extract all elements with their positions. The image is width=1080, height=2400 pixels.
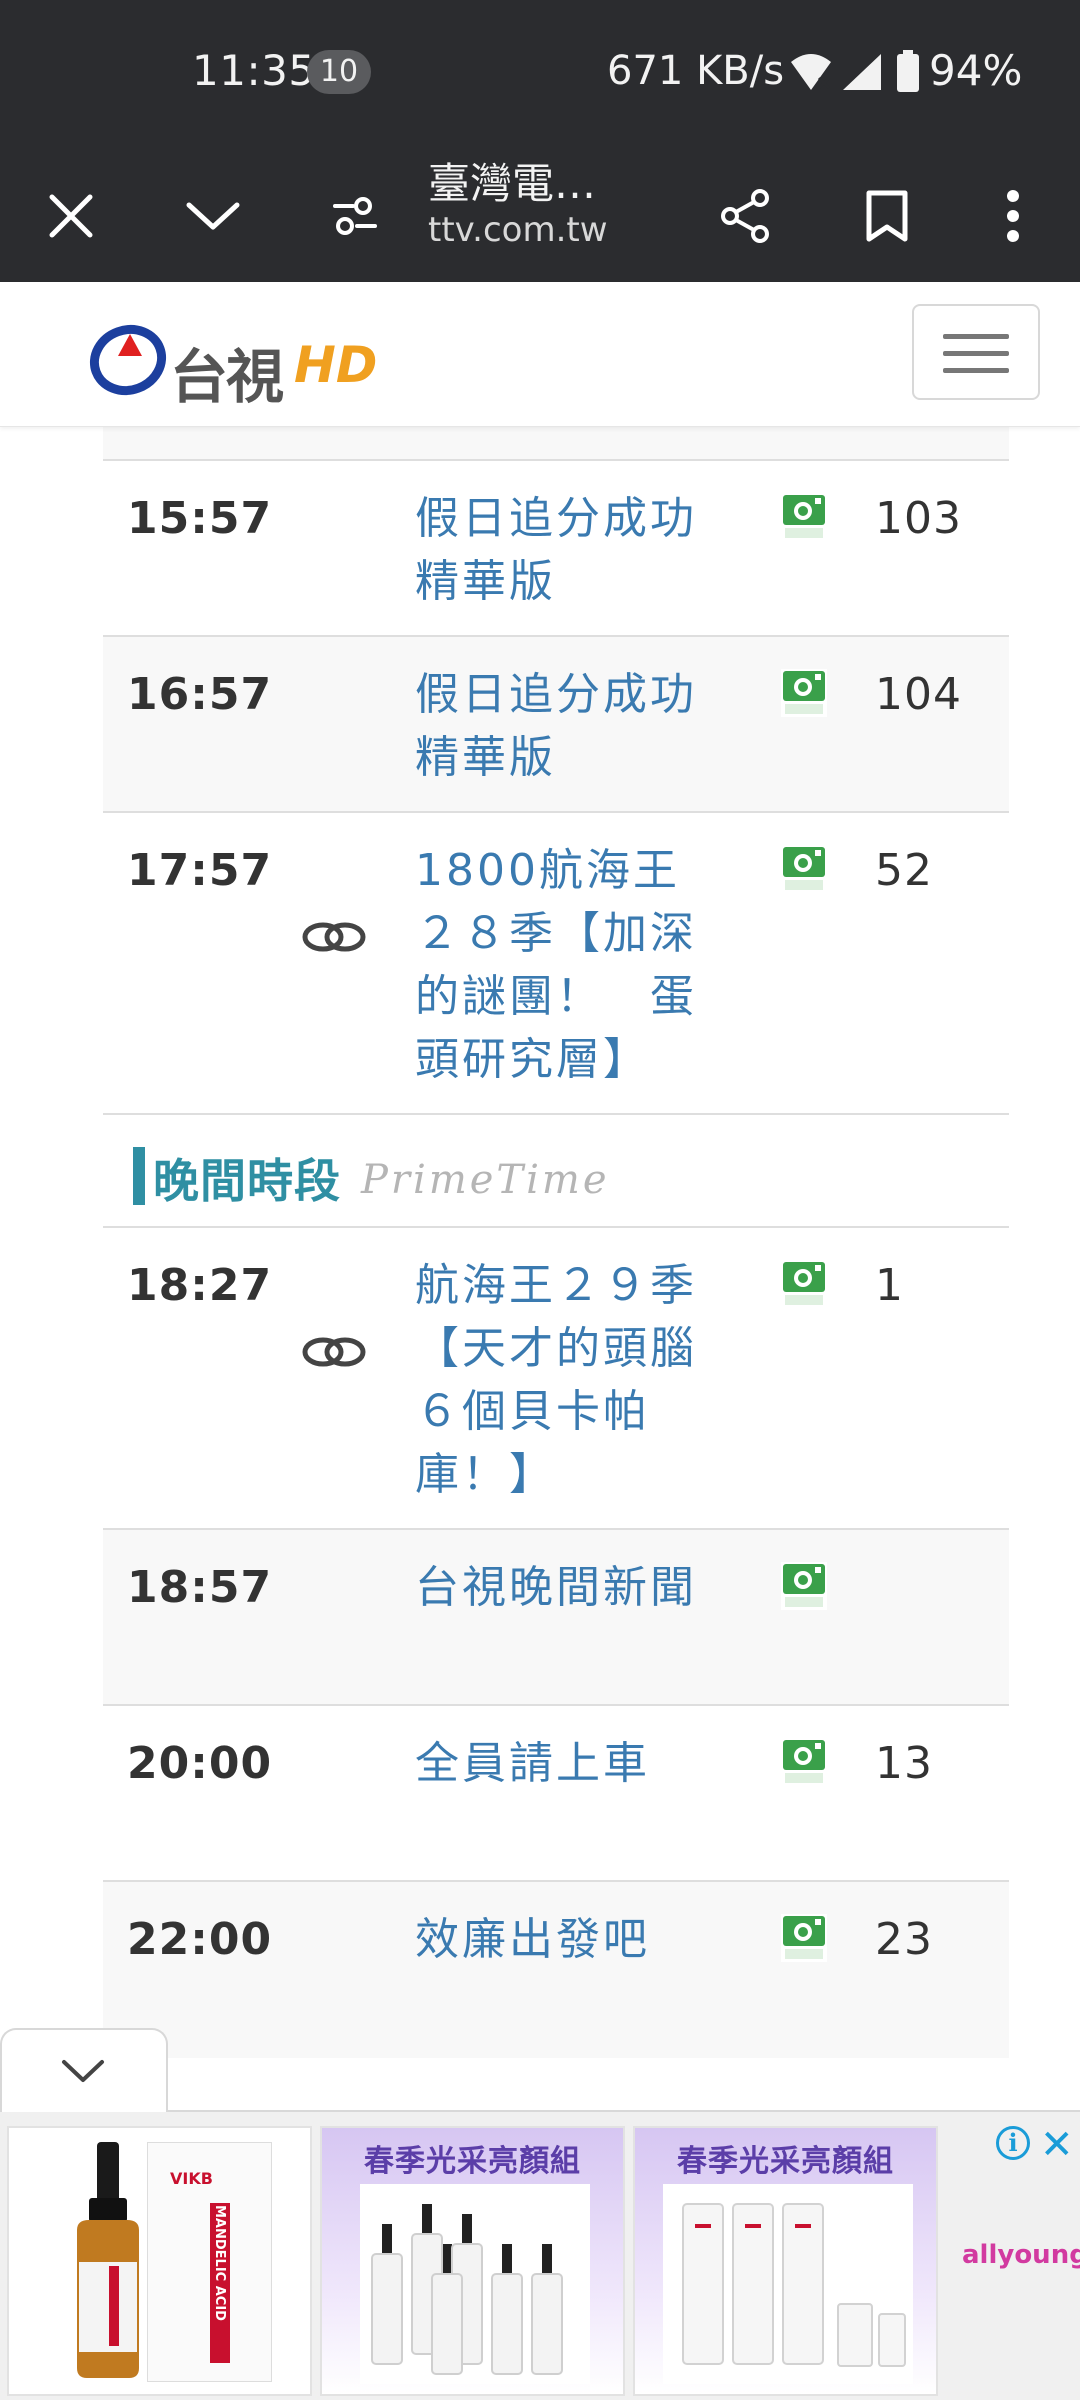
episode-number: 104 (875, 669, 962, 720)
section-subtitle: PrimeTime (361, 1157, 610, 1203)
promo-title: 春季光采亮顏組 (677, 2144, 894, 2179)
ad-promo-card-2[interactable]: 春季光采亮顏組 (633, 2126, 938, 2396)
menu-toggle-button[interactable] (912, 304, 1040, 400)
program-time: 22:00 (127, 1914, 273, 1965)
program-link[interactable]: 假日追分成功精華版 (415, 663, 715, 789)
logo-hd: HD (294, 336, 378, 394)
network-speed: 671 KB/s (607, 48, 785, 94)
notification-count-badge: 10 (307, 50, 371, 94)
ad-network-logo[interactable]: allyoung (962, 2240, 1080, 2270)
close-icon (49, 194, 93, 238)
episode-number: 52 (875, 845, 933, 896)
ad-banner[interactable]: VIKB MANDELIC ACID 春季光采亮顏組 春季光采亮顏組 i ✕ a… (0, 2110, 1080, 2400)
episode-number: 1 (875, 1260, 904, 1311)
rating-general-icon (781, 1738, 827, 1786)
program-time: 18:27 (127, 1260, 273, 1311)
minimize-button[interactable] (168, 171, 258, 261)
episode-number: 23 (875, 1914, 933, 1965)
episode-number: 13 (875, 1738, 933, 1789)
ad-collapse-button[interactable] (0, 2028, 168, 2112)
program-time: 16:57 (127, 669, 273, 720)
table-row: 18:57 台視晚間新聞 (103, 1530, 1009, 1706)
ttv-logo[interactable]: 台視 HD (84, 312, 394, 411)
rating-general-icon (781, 1914, 827, 1962)
section-title: 晚間時段 (153, 1154, 341, 1208)
ad-promo-card-1[interactable]: 春季光采亮顏組 (320, 2126, 625, 2396)
cream-set-image (663, 2184, 913, 2384)
product-box-image: VIKB MANDELIC ACID (147, 2142, 272, 2382)
signal-icon (843, 54, 881, 90)
page-url: ttv.com.tw (428, 210, 608, 250)
product-label: MANDELIC ACID (212, 2205, 227, 2321)
site-header: 台視 HD (0, 282, 1080, 427)
table-row-partial (103, 427, 1009, 461)
replay-link-icon[interactable] (301, 1334, 367, 1370)
program-link[interactable]: 航海王２９季【天才的頭腦６個貝卡帕庫！】 (415, 1254, 715, 1506)
program-link[interactable]: 全員請上車 (415, 1732, 715, 1795)
rating-general-icon (781, 669, 827, 717)
program-schedule: 15:57 假日追分成功精華版 103 16:57 假日追分成功精華版 104 … (103, 427, 1009, 2058)
rating-general-icon (781, 1562, 827, 1610)
table-row: 16:57 假日追分成功精華版 104 (103, 637, 1009, 813)
product-brand: VIKB (170, 2169, 213, 2188)
section-header-primetime: 晚間時段 PrimeTime (103, 1115, 1009, 1228)
page-title: 臺灣電… (428, 159, 597, 208)
more-options-button[interactable] (968, 171, 1058, 261)
table-row: 17:57 1800航海王２８季【加深的謎團！ 蛋頭研究層】 52 (103, 813, 1009, 1115)
serum-set-image (360, 2184, 590, 2384)
chevron-down-icon (62, 2060, 104, 2082)
replay-link-icon[interactable] (301, 919, 367, 955)
battery-percent: 94% (929, 46, 1023, 95)
episode-number: 103 (875, 493, 962, 544)
table-row: 22:00 效廉出發吧 23 (103, 1882, 1009, 2058)
promo-title: 春季光采亮顏組 (364, 2144, 581, 2179)
hamburger-icon-line (943, 368, 1009, 373)
logo-text: 台視 (170, 343, 284, 411)
share-button[interactable] (700, 171, 790, 261)
hamburger-icon-line (943, 351, 1009, 356)
page-title-block[interactable]: 臺灣電… ttv.com.tw (428, 150, 658, 282)
program-link[interactable]: 台視晚間新聞 (415, 1556, 715, 1619)
status-bar: 11:35 10 671 KB/s 94% (0, 0, 1080, 150)
program-time: 17:57 (127, 845, 273, 896)
program-time: 15:57 (127, 493, 273, 544)
ad-info-icon[interactable]: i (996, 2126, 1030, 2160)
table-row: 20:00 全員請上車 13 (103, 1706, 1009, 1882)
wifi-icon (791, 54, 831, 90)
section-accent-bar (133, 1147, 145, 1205)
ad-close-icon[interactable]: ✕ (1040, 2122, 1074, 2168)
bookmark-button[interactable] (842, 171, 932, 261)
battery-icon (897, 50, 919, 92)
rating-general-icon (781, 493, 827, 541)
rating-general-icon (781, 845, 827, 893)
browser-toolbar: 臺灣電… ttv.com.tw (0, 150, 1080, 282)
share-icon (721, 189, 769, 243)
more-vert-icon (1007, 190, 1019, 242)
chevron-down-icon (186, 202, 240, 230)
table-row: 18:27 航海王２９季【天才的頭腦６個貝卡帕庫！】 1 (103, 1228, 1009, 1530)
close-tab-button[interactable] (26, 171, 116, 261)
hamburger-icon (943, 334, 1009, 339)
status-time: 11:35 (192, 46, 316, 95)
site-settings-icon (333, 197, 377, 235)
ad-product-card[interactable]: VIKB MANDELIC ACID (7, 2126, 312, 2396)
ttv-logo-icon (89, 325, 167, 395)
browser-chrome: 11:35 10 671 KB/s 94% 臺灣電… ttv.com.tw (0, 0, 1080, 282)
site-settings-button[interactable] (310, 171, 400, 261)
table-row: 15:57 假日追分成功精華版 103 (103, 461, 1009, 637)
program-time: 18:57 (127, 1562, 273, 1613)
bookmark-icon (866, 190, 908, 242)
program-link[interactable]: 假日追分成功精華版 (415, 487, 715, 613)
rating-general-icon (781, 1260, 827, 1308)
program-link[interactable]: 1800航海王２８季【加深的謎團！ 蛋頭研究層】 (415, 839, 715, 1091)
program-link[interactable]: 效廉出發吧 (415, 1908, 715, 1971)
program-time: 20:00 (127, 1738, 273, 1789)
